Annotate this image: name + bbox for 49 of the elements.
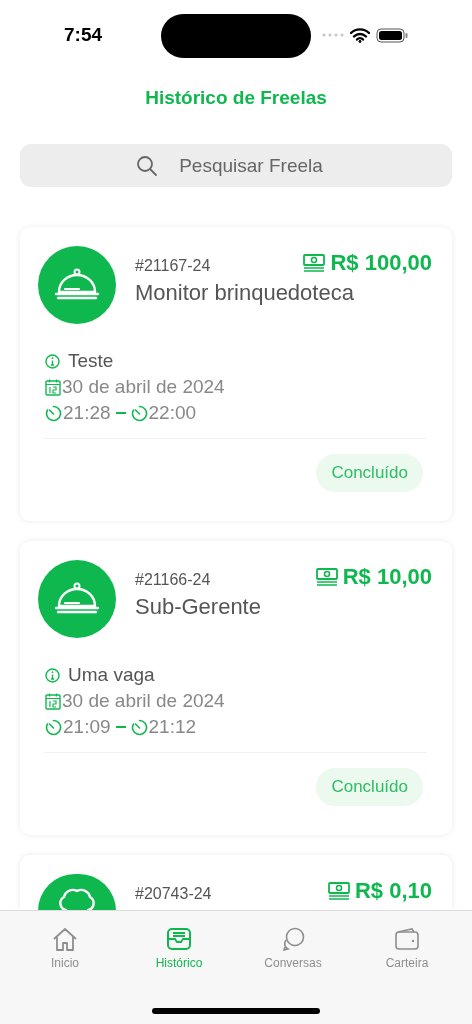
cloche-icon xyxy=(54,268,100,302)
cash-icon xyxy=(327,881,350,900)
job-title: Monitor brinquedoteca xyxy=(135,279,355,307)
search-icon xyxy=(136,155,158,177)
timer-icon xyxy=(130,404,148,422)
job-date: 30 de abril de 2024 xyxy=(62,689,225,713)
start-time: 21:28 xyxy=(63,401,111,425)
start-time: 21:09 xyxy=(63,715,111,739)
signal-icon xyxy=(322,33,344,37)
tab-item[interactable]: Carteira xyxy=(362,927,452,972)
status-time: 7:54 xyxy=(64,22,103,47)
tab-item[interactable]: Conversas xyxy=(248,927,338,972)
wallet-icon xyxy=(394,927,420,951)
job-code: #21166-24 xyxy=(135,569,211,590)
home-icon xyxy=(52,927,78,951)
end-time: 21:12 xyxy=(148,715,197,739)
tab-item[interactable]: Histórico xyxy=(134,927,224,972)
tab-item[interactable]: Inicio xyxy=(20,927,110,972)
job-description: Uma vaga xyxy=(68,663,155,687)
timer-icon xyxy=(45,404,62,422)
status-badge: Concluído xyxy=(316,454,423,492)
job-amount: R$ 10,00 xyxy=(342,563,432,591)
cash-icon xyxy=(303,253,326,272)
job-title: Sub-Gerente xyxy=(135,593,262,621)
job-code: #21167-24 xyxy=(135,255,211,276)
status-badge: Concluído xyxy=(316,768,423,806)
calendar-icon xyxy=(45,378,61,396)
job-code: #20743-24 xyxy=(135,883,212,904)
job-amount: R$ 100,00 xyxy=(330,249,432,277)
timer-icon xyxy=(130,718,148,736)
job-card[interactable]: #21167-24 R$ 100,00 Monitor brinquedoteca Teste 30 de abril de 2024 21:28 22:00 Concluído xyxy=(20,227,452,521)
job-card[interactable]: #21166-24 R$ 10,00 Sub-Gerente Uma vaga 30 de abril de 2024 21:09 21:12 Concluído xyxy=(20,541,452,835)
battery-icon xyxy=(376,27,408,43)
calendar-icon xyxy=(45,692,61,710)
timer-icon xyxy=(45,718,62,736)
job-date: 30 de abril de 2024 xyxy=(62,375,225,399)
job-description: Teste xyxy=(68,349,114,373)
info-icon xyxy=(45,353,60,369)
wifi-icon xyxy=(350,27,370,43)
info-icon xyxy=(45,667,60,683)
search-field[interactable]: Pesquisar Freela xyxy=(20,144,452,187)
job-amount: R$ 0,10 xyxy=(354,877,432,905)
chat-icon xyxy=(280,927,306,951)
cloche-icon xyxy=(54,582,100,616)
page-title: Histórico de Freelas xyxy=(145,85,327,110)
end-time: 22:00 xyxy=(148,401,197,425)
job-card[interactable]: #20743-24 R$ 0,10 xyxy=(20,855,452,911)
cash-icon xyxy=(315,567,338,586)
inbox-icon xyxy=(166,927,192,951)
